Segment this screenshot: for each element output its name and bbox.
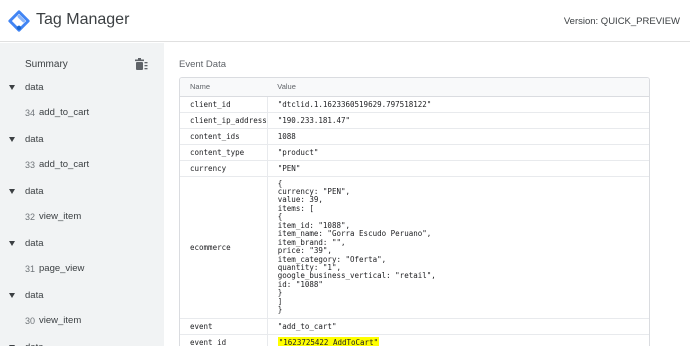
section-title: Event Data — [179, 59, 226, 70]
sidebar-event-item[interactable]: 31 page_view — [0, 258, 164, 285]
table-row: content_ids 1088 — [180, 128, 649, 145]
summary-tab[interactable]: Summary — [25, 59, 68, 70]
sidebar-event-item[interactable]: 30 view_item — [0, 310, 164, 337]
table-row: client_ip_address "190.233.181.47" — [180, 112, 649, 129]
table-row: currency "PEN" — [180, 160, 649, 177]
tag-manager-logo-icon — [8, 10, 30, 32]
sidebar-group[interactable]: data — [0, 233, 164, 258]
event-number: 34 — [25, 108, 36, 118]
cell-value: "1623725422_AddToCart" — [267, 334, 649, 346]
cell-name: client_id — [180, 96, 268, 113]
cell-value: "dtclid.1.1623360519629.797518122" — [267, 96, 649, 113]
group-label: data — [25, 186, 44, 197]
sidebar-group[interactable]: data — [0, 285, 164, 310]
cell-value: { currency: "PEN", value: 39, items: [ {… — [267, 176, 649, 319]
event-name: add_to_cart — [39, 159, 90, 170]
event-number: 30 — [25, 316, 36, 326]
sidebar-group[interactable]: data — [0, 337, 164, 346]
app-title: Tag Manager — [36, 11, 130, 28]
sidebar-event-item[interactable]: 33 add_to_cart — [0, 154, 164, 181]
sidebar-event-item[interactable]: 32 view_item — [0, 206, 164, 233]
event-name: add_to_cart — [39, 107, 90, 118]
event-name: view_item — [39, 315, 82, 326]
table-header-row: Name Value — [180, 78, 649, 97]
cell-name: event — [180, 318, 268, 335]
clear-all-icon[interactable] — [134, 57, 148, 71]
chevron-down-icon[interactable] — [9, 85, 15, 90]
sidebar: Summary data 34 add_to_cart data 33 add_… — [0, 43, 164, 346]
sidebar-group[interactable]: data — [0, 77, 164, 102]
cell-name: event_id — [180, 334, 268, 346]
cell-name: content_ids — [180, 128, 268, 145]
chevron-down-icon[interactable] — [9, 241, 15, 246]
cell-value: "add_to_cart" — [267, 318, 649, 335]
cell-name: ecommerce — [180, 176, 268, 319]
cell-value: "190.233.181.47" — [267, 112, 649, 129]
chevron-down-icon[interactable] — [9, 137, 15, 142]
event-number: 32 — [25, 212, 36, 222]
highlighted-value: "1623725422_AddToCart" — [277, 336, 380, 346]
cell-name: client_ip_address — [180, 112, 268, 129]
table-row: event_id "1623725422_AddToCart" — [180, 334, 649, 346]
sidebar-event-item[interactable]: 34 add_to_cart — [0, 102, 164, 129]
table-row: ecommerce { currency: "PEN", value: 39, … — [180, 176, 649, 319]
column-header-name: Name — [180, 78, 268, 97]
cell-name: content_type — [180, 144, 268, 161]
cell-value: "product" — [267, 144, 649, 161]
group-label: data — [25, 82, 44, 93]
event-name: page_view — [39, 263, 85, 274]
cell-value: "PEN" — [267, 160, 649, 177]
chevron-down-icon[interactable] — [9, 189, 15, 194]
cell-name: currency — [180, 160, 268, 177]
version-label: Version: QUICK_PREVIEW — [563, 16, 680, 27]
cell-value: 1088 — [267, 128, 649, 145]
chevron-down-icon[interactable] — [9, 293, 15, 298]
table-row: client_id "dtclid.1.1623360519629.797518… — [180, 96, 649, 113]
table-row: content_type "product" — [180, 144, 649, 161]
group-label: data — [25, 290, 44, 301]
event-list: data 34 add_to_cart data 33 add_to_cart … — [0, 77, 164, 346]
sidebar-group[interactable]: data — [0, 129, 164, 154]
group-label: data — [25, 238, 44, 249]
event-number: 31 — [25, 264, 36, 274]
sidebar-group[interactable]: data — [0, 181, 164, 206]
event-number: 33 — [25, 160, 36, 170]
column-header-value: Value — [267, 78, 649, 97]
group-label: data — [25, 134, 44, 145]
group-label: data — [25, 342, 44, 346]
table-row: event "add_to_cart" — [180, 318, 649, 335]
event-data-table: Name Value client_id "dtclid.1.162336051… — [179, 77, 650, 346]
app-header: Tag Manager Version: QUICK_PREVIEW — [0, 0, 690, 42]
event-name: view_item — [39, 211, 82, 222]
